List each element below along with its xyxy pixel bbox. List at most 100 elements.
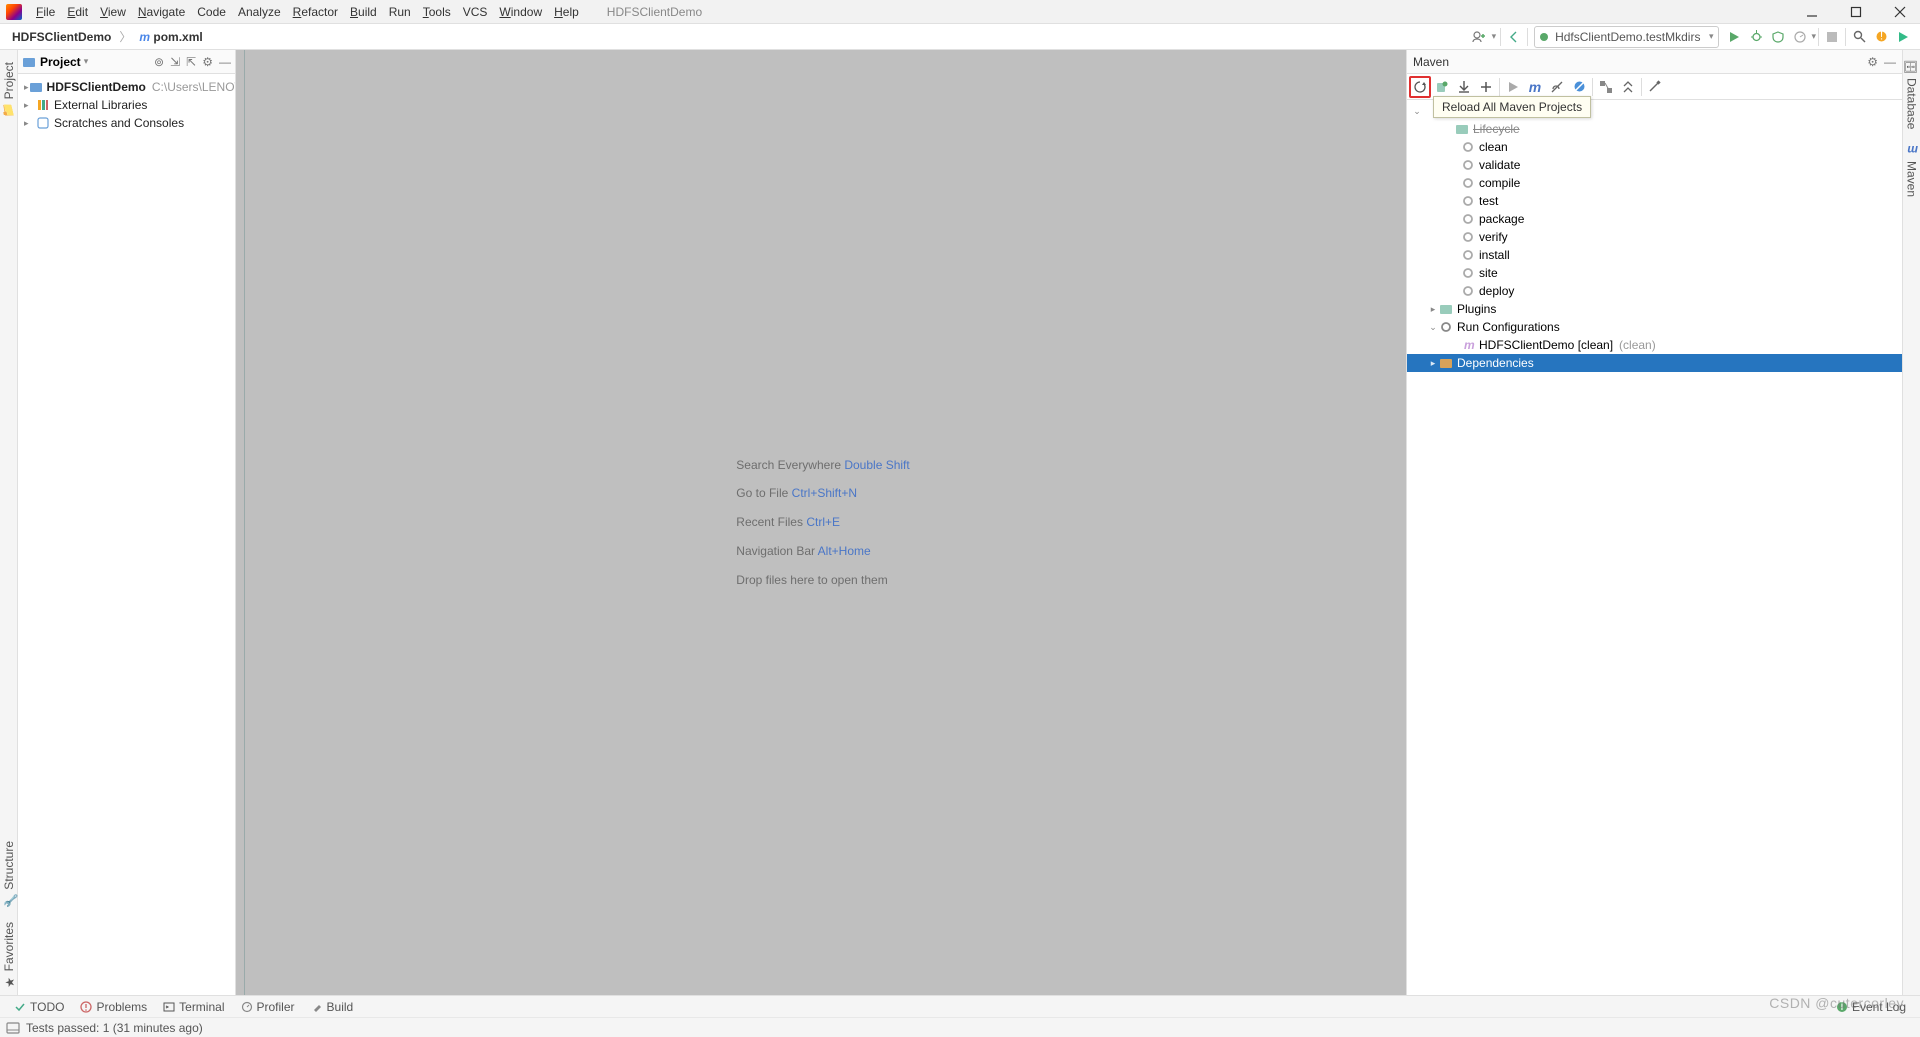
run-maven-icon[interactable] (1502, 76, 1524, 98)
event-log[interactable]: iEvent Log (1828, 1000, 1914, 1014)
show-deps-icon[interactable] (1595, 76, 1617, 98)
maven-tooltip: Reload All Maven Projects (1433, 96, 1591, 118)
lifecycle-verify: verify (1407, 228, 1902, 246)
maven-run-item: mHDFSClientDemo [clean] (clean) (1407, 336, 1902, 354)
download-icon[interactable] (1453, 76, 1475, 98)
menu-help[interactable]: Help (548, 3, 585, 21)
menu-window[interactable]: Window (493, 3, 548, 21)
gear-icon (1461, 140, 1475, 154)
gear-icon[interactable]: ⚙ (1867, 55, 1878, 69)
menu-code[interactable]: Code (191, 3, 232, 21)
coverage-icon[interactable] (1767, 26, 1789, 48)
tab-maven[interactable]: mMaven (1903, 137, 1920, 205)
folder-icon (1439, 356, 1453, 370)
stop-icon[interactable] (1821, 26, 1843, 48)
search-icon[interactable] (1848, 26, 1870, 48)
tab-profiler[interactable]: Profiler (233, 1000, 303, 1014)
lifecycle-compile: compile (1407, 174, 1902, 192)
app-icon (6, 4, 22, 20)
menu-tools[interactable]: Tools (417, 3, 457, 21)
window-title: HDFSClientDemo (607, 5, 702, 19)
toggle-offline-icon[interactable] (1546, 76, 1568, 98)
maven-plugins: ▸Plugins (1407, 300, 1902, 318)
lifecycle-site: site (1407, 264, 1902, 282)
hide-icon[interactable]: — (1884, 55, 1896, 69)
breadcrumb-file[interactable]: m pom.xml (133, 28, 208, 46)
gear-icon (1461, 212, 1475, 226)
menu-refactor[interactable]: Refactor (287, 3, 344, 21)
back-icon[interactable] (1503, 26, 1525, 48)
menu-edit[interactable]: Edit (61, 3, 94, 21)
execute-goal-icon[interactable]: m (1524, 76, 1546, 98)
tree-expander[interactable]: ▸ (24, 118, 36, 129)
svg-text:!: ! (1879, 30, 1882, 43)
folder-icon (1455, 122, 1469, 136)
menu-analyze[interactable]: Analyze (232, 3, 287, 21)
menu-file[interactable]: File (30, 3, 61, 21)
gear-icon (1461, 266, 1475, 280)
add-config-icon[interactable] (1468, 26, 1490, 48)
tab-favorites[interactable]: ★Favorites (0, 914, 18, 995)
locate-icon[interactable]: ⊚ (154, 55, 164, 69)
tree-expander[interactable]: ▸ (24, 100, 36, 111)
maven-title: Maven (1413, 55, 1449, 69)
editor-empty[interactable]: Search Everywhere Double Shift Go to Fil… (236, 50, 1406, 995)
status-icon (6, 1021, 20, 1035)
maven-icon: m (1461, 338, 1475, 352)
folder-icon (29, 80, 43, 94)
tab-structure[interactable]: 🔧Structure (0, 833, 18, 914)
reload-icon[interactable] (1409, 76, 1431, 98)
project-panel: Project ▾ ⊚ ⇲ ⇱ ⚙ — ▸ HDFSClientDemo C:\… (18, 50, 236, 995)
gear-icon[interactable]: ⚙ (202, 55, 213, 69)
window-minimize[interactable] (1798, 2, 1826, 22)
status-text: Tests passed: 1 (31 minutes ago) (26, 1021, 203, 1035)
tab-todo[interactable]: TODO (6, 1000, 72, 1014)
tab-database[interactable]: 🗄Database (1903, 54, 1920, 137)
tab-build[interactable]: Build (303, 1000, 362, 1014)
generate-sources-icon[interactable] (1431, 76, 1453, 98)
lifecycle-test: test (1407, 192, 1902, 210)
svg-text:i: i (1841, 1001, 1844, 1013)
hide-icon[interactable]: — (219, 55, 231, 69)
add-icon[interactable] (1475, 76, 1497, 98)
settings-icon[interactable] (1644, 76, 1666, 98)
update-icon[interactable]: ! (1870, 26, 1892, 48)
debug-icon[interactable] (1745, 26, 1767, 48)
tab-terminal[interactable]: Terminal (155, 1000, 232, 1014)
tab-problems[interactable]: Problems (72, 1000, 155, 1014)
editor-hints: Search Everywhere Double Shift Go to Fil… (736, 451, 909, 595)
gear-icon (1461, 176, 1475, 190)
menu-navigate[interactable]: Navigate (132, 3, 191, 21)
maven-panel: Maven ⚙ — Reload All Maven Projects m (1406, 50, 1902, 995)
gear-icon (1461, 194, 1475, 208)
lifecycle-package: package (1407, 210, 1902, 228)
window-close[interactable] (1886, 2, 1914, 22)
tree-row-project-root: ▸ HDFSClientDemo C:\Users\LENOVO (18, 78, 235, 96)
menu-run[interactable]: Run (383, 3, 417, 21)
breadcrumb-root[interactable]: HDFSClientDemo (6, 28, 117, 46)
skip-tests-icon[interactable] (1568, 76, 1590, 98)
gear-icon (1461, 248, 1475, 262)
menu-build[interactable]: Build (344, 3, 383, 21)
project-panel-title[interactable]: Project (40, 55, 81, 69)
expand-icon[interactable]: ⇲ (170, 55, 180, 69)
gear-icon (1461, 284, 1475, 298)
tab-project[interactable]: 📁Project (0, 54, 18, 123)
tree-expander[interactable]: ⌄ (1411, 106, 1423, 117)
folder-icon (1439, 302, 1453, 316)
run-config-dropdown[interactable]: HdfsClientDemo.testMkdirs (1534, 26, 1719, 48)
lifecycle-clean: clean (1407, 138, 1902, 156)
play-all-icon[interactable] (1892, 26, 1914, 48)
window-maximize[interactable] (1842, 2, 1870, 22)
gear-icon (1461, 158, 1475, 172)
maven-tree[interactable]: ⌄ Lifecycle clean validate compile test … (1407, 100, 1902, 995)
profile-icon[interactable] (1789, 26, 1811, 48)
right-tool-gutter: 🗄Database mMaven (1902, 50, 1920, 995)
status-bar: Tests passed: 1 (31 minutes ago) (0, 1017, 1920, 1037)
project-tree[interactable]: ▸ HDFSClientDemo C:\Users\LENOVO ▸ Exter… (18, 74, 235, 995)
collapse-icon[interactable]: ⇱ (186, 55, 196, 69)
collapse-all-icon[interactable] (1617, 76, 1639, 98)
menu-vcs[interactable]: VCS (457, 3, 494, 21)
run-icon[interactable] (1723, 26, 1745, 48)
menu-view[interactable]: View (94, 3, 132, 21)
